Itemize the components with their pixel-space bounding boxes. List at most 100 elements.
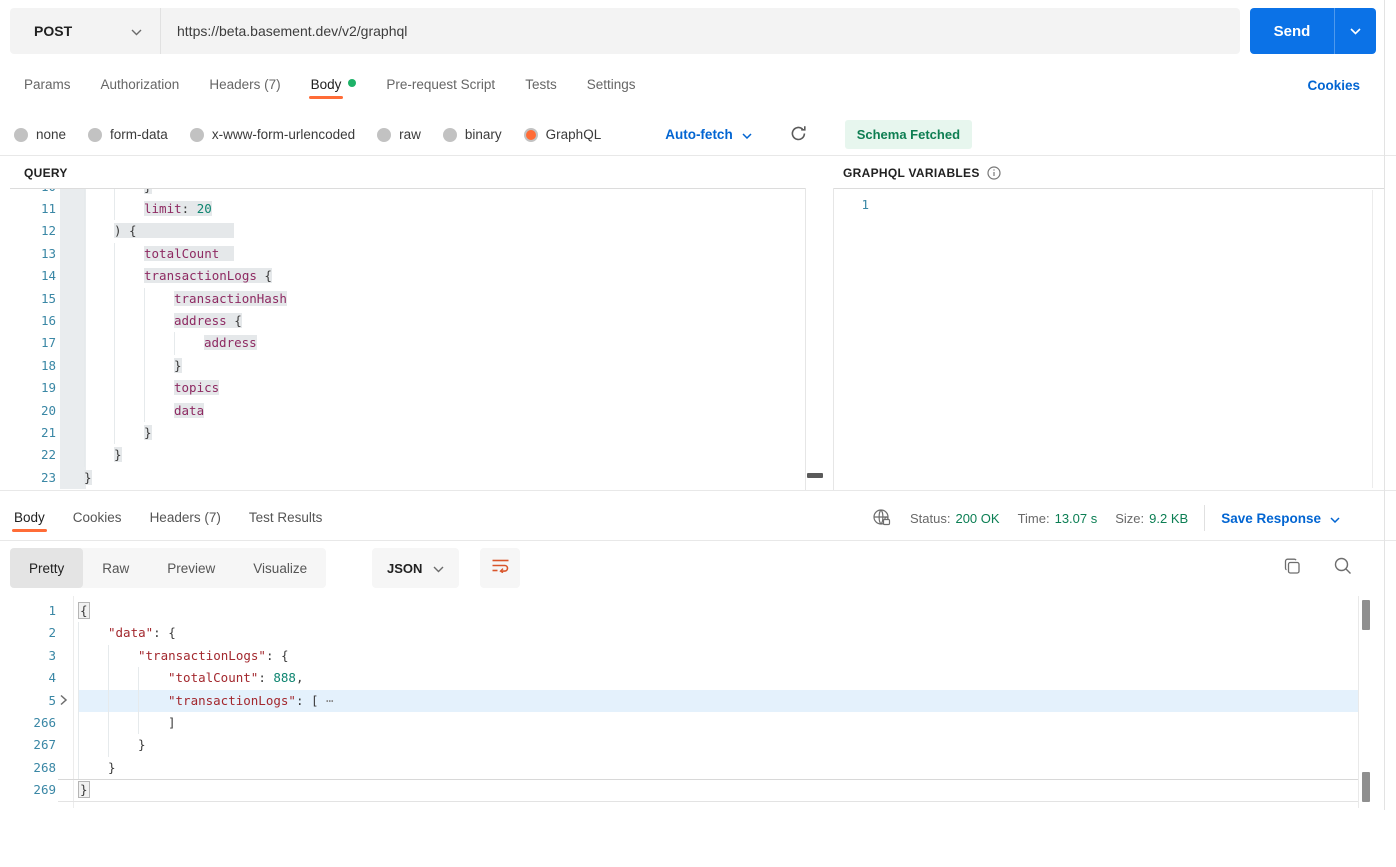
code-line: 2 "data": { <box>0 622 1358 644</box>
tab-authorization[interactable]: Authorization <box>101 74 180 96</box>
tab-pre-request-script[interactable]: Pre-request Script <box>386 74 495 96</box>
radio-graphql[interactable]: GraphQL <box>523 127 601 142</box>
chevron-down-icon <box>742 127 752 142</box>
fold-gutter <box>56 734 78 756</box>
line-number: 268 <box>33 759 56 775</box>
tab-tests[interactable]: Tests <box>525 74 557 96</box>
info-icon[interactable] <box>987 166 1001 180</box>
code-text: data <box>84 400 805 422</box>
code-line: 14 transactionLogs { <box>10 265 805 287</box>
url-input[interactable] <box>161 23 1240 39</box>
url-bar: POST <box>10 8 1240 54</box>
tab-test-results[interactable]: Test Results <box>249 507 323 529</box>
radio-icon <box>88 127 103 142</box>
mode-preview[interactable]: Preview <box>148 548 234 588</box>
code-text: ] <box>78 712 1358 734</box>
fold-toggle-icon[interactable] <box>56 690 78 712</box>
response-scrollbar-thumb[interactable] <box>1362 600 1370 630</box>
radio-icon <box>14 127 28 142</box>
radio-form-data[interactable]: form-data <box>88 127 168 142</box>
fold-gutter <box>56 667 78 689</box>
search-icon <box>1333 557 1353 580</box>
tab-params[interactable]: Params <box>24 74 71 96</box>
schema-status-badge: Schema Fetched <box>844 120 973 149</box>
radio-raw[interactable]: raw <box>377 127 421 142</box>
fold-gutter <box>56 310 84 332</box>
code-text: topics <box>84 377 805 399</box>
code-text: transactionHash <box>84 288 805 310</box>
fold-gutter <box>56 600 78 622</box>
search-response-button[interactable] <box>1333 556 1353 581</box>
graphql-variables-editor[interactable]: 1 <box>833 189 1373 489</box>
variables-scrollbar-track[interactable] <box>1372 190 1373 488</box>
line-number: 1 <box>48 603 56 618</box>
method-label: POST <box>34 23 73 39</box>
line-number: 16 <box>40 312 56 328</box>
fold-gutter <box>56 198 84 220</box>
save-response-button[interactable]: Save Response <box>1221 511 1340 526</box>
fold-gutter <box>56 757 78 779</box>
radio-x-www-form-urlencoded[interactable]: x-www-form-urlencoded <box>189 127 355 142</box>
code-line: 3 "transactionLogs": { <box>0 645 1358 667</box>
fold-gutter <box>56 265 84 287</box>
code-text: address { <box>84 310 805 332</box>
response-meta: Status: 200 OK Time: 13.07 s Size: 9.2 K… <box>872 505 1340 531</box>
code-line: 13 totalCount <box>10 243 805 265</box>
copy-response-button[interactable] <box>1283 557 1302 581</box>
mode-raw[interactable]: Raw <box>83 548 148 588</box>
mode-visualize[interactable]: Visualize <box>234 548 326 588</box>
send-button[interactable]: Send <box>1250 8 1334 54</box>
code-line: 17 address <box>10 332 805 354</box>
code-line: 269} <box>0 779 1358 802</box>
code-line: 10} <box>10 189 805 198</box>
line-number: 12 <box>40 223 56 239</box>
query-scrollbar-thumb[interactable] <box>807 473 823 478</box>
fold-gutter <box>56 444 84 466</box>
panel-splitter[interactable] <box>805 188 806 490</box>
response-scrollbar-track[interactable] <box>1358 596 1359 808</box>
method-select[interactable]: POST <box>10 8 160 54</box>
code-text: transactionLogs { <box>84 265 805 287</box>
chevron-down-icon <box>131 23 142 39</box>
tab-settings[interactable]: Settings <box>587 74 636 96</box>
tab-headers[interactable]: Headers (7) <box>209 74 280 96</box>
graphql-query-editor[interactable]: 10} 11 limit: 20 12) { 13 totalCount 14 trans… <box>10 189 805 489</box>
network-lock-icon[interactable] <box>872 508 892 528</box>
send-options-button[interactable] <box>1334 8 1376 54</box>
refresh-schema-button[interactable] <box>790 125 807 145</box>
response-body-editor[interactable]: 1{2 "data": {3 "transactionLogs": {4 "total… <box>0 596 1358 808</box>
divider <box>0 155 1396 156</box>
line-number: 10 <box>10 189 56 198</box>
cookies-link[interactable]: Cookies <box>1307 78 1360 93</box>
code-line: 4 "totalCount": 888, <box>0 667 1358 689</box>
code-text: } <box>84 469 92 485</box>
mode-pretty[interactable]: Pretty <box>10 548 84 588</box>
postman-request-view: POST Send Params Authorization Headers (… <box>0 0 1396 867</box>
copy-icon <box>1283 558 1302 580</box>
fold-gutter <box>56 400 84 422</box>
tab-response-cookies[interactable]: Cookies <box>73 507 122 529</box>
tab-body[interactable]: Body <box>308 74 357 99</box>
line-number: 18 <box>40 357 56 373</box>
format-select[interactable]: JSON <box>372 548 460 588</box>
code-line: 23} <box>10 467 805 489</box>
response-scrollbar-marker[interactable] <box>1362 772 1370 802</box>
line-number: 5 <box>48 692 56 708</box>
line-number: 2 <box>48 625 56 641</box>
tab-response-headers[interactable]: Headers (7) <box>150 507 221 529</box>
code-line: 267} <box>0 734 1358 756</box>
radio-none[interactable]: none <box>14 127 66 142</box>
time-value: 13.07 s <box>1054 510 1098 526</box>
wrap-lines-button[interactable] <box>480 548 520 588</box>
radio-binary[interactable]: binary <box>442 127 502 142</box>
size-value: 9.2 KB <box>1149 510 1189 526</box>
wrap-text-icon <box>491 558 510 578</box>
tab-response-body[interactable]: Body <box>12 507 47 532</box>
code-text: } <box>84 422 805 444</box>
line-number: 13 <box>40 245 56 261</box>
auto-fetch-dropdown[interactable]: Auto-fetch <box>665 127 752 142</box>
line-number: 22 <box>40 447 56 463</box>
code-text: } <box>78 734 1358 756</box>
size-label: Size: <box>1115 510 1145 526</box>
line-number: 21 <box>40 424 56 440</box>
